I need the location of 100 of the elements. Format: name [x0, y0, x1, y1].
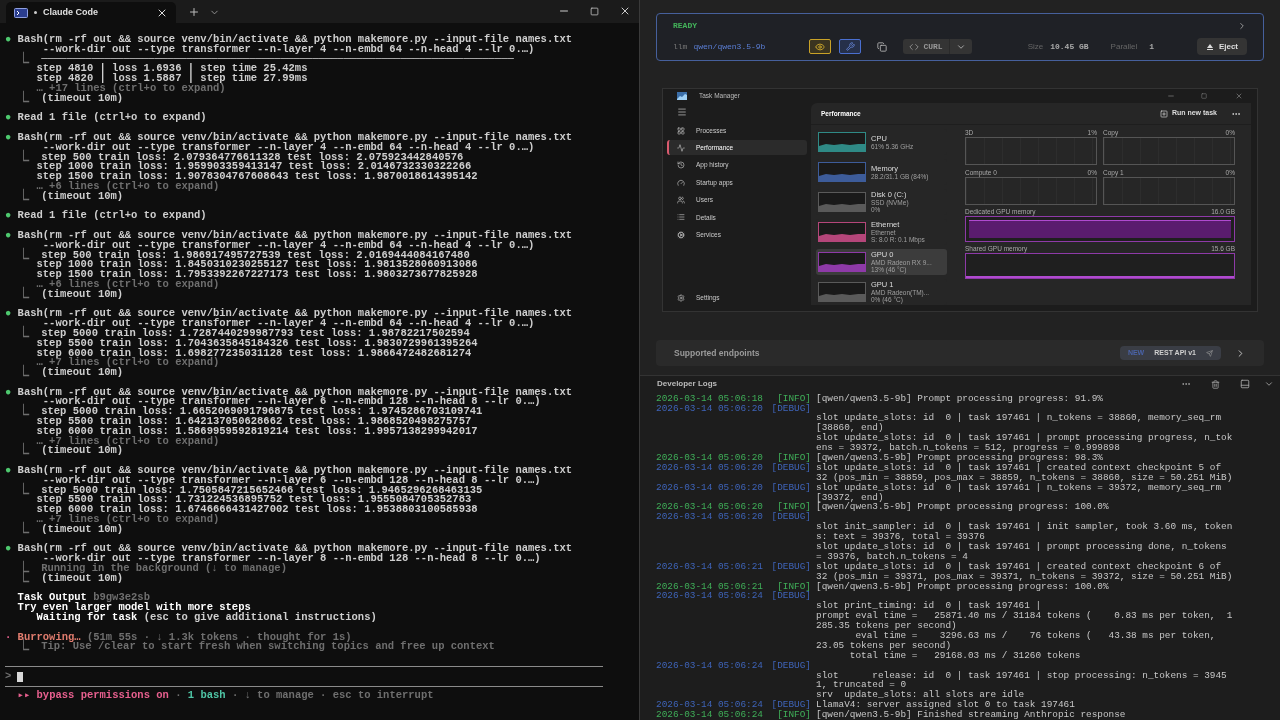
- eye-icon: [815, 41, 826, 52]
- nav-icon: [677, 126, 685, 135]
- terminal-line: step 4820 | loss 1.5887 | step time 27.99ms: [35, 74, 308, 84]
- close-icon[interactable]: [619, 5, 631, 17]
- terminal-line: ● Bash(rm -rf out && source venv/bin/activate && python makemore.py --input-file names.txt: [5, 132, 573, 143]
- code-icon: [909, 41, 920, 52]
- terminal-line: ● Bash(rm -rf out && source venv/bin/activate && python makemore.py --input-file names.txt: [5, 35, 573, 45]
- log-message: 32 (pos_min = 38859, pos_max = 38859, n_tokens = 38860, size = 50.251 MiB): [816, 472, 1233, 483]
- log-message: [38860, end): [816, 423, 884, 434]
- log-message: slot init_sampler: id 0 | task 197461 | init sampler, took 3.60 ms, token: [816, 522, 1233, 533]
- log-level: [INFO]: [777, 502, 811, 513]
- log-level: [DEBUG]: [770, 591, 811, 602]
- terminal-line: … +6 lines (ctrl+o to expand): [35, 181, 220, 192]
- terminal-line: --work-dir out --type transformer --n-layer 4 --n-embd 64 --n-head 4 --lr 0.…): [42, 142, 535, 153]
- log-message: [39372, end): [816, 492, 884, 503]
- log-level: [DEBUG]: [770, 462, 811, 473]
- log-level: [DEBUG]: [770, 700, 811, 711]
- menu-icon[interactable]: [677, 107, 687, 117]
- log-level: [INFO]: [777, 452, 811, 463]
- log-timestamp: 2026-03-14 05:06:20: [656, 452, 764, 463]
- log-timestamp: 2026-03-14 05:06:20: [656, 403, 764, 414]
- terminal-line: ● Bash(rm -rf out && source venv/bin/activate && python makemore.py --input-file names.txt: [5, 230, 573, 241]
- log-message: 1, truncated = 0: [816, 680, 906, 691]
- log-timestamp: 2026-03-14 05:06:24: [656, 710, 764, 720]
- text-cursor: [17, 671, 24, 682]
- nav-icon: [677, 213, 685, 222]
- terminal-icon: [14, 7, 28, 18]
- status-label: READY: [673, 20, 697, 32]
- clear-icon[interactable]: [1211, 379, 1220, 389]
- app-icon: [677, 92, 687, 100]
- settings-icon: [677, 293, 685, 302]
- log-message: prompt eval time = 25871.40 ms / 31184 tokens ( 0.83 ms per token, 1: [816, 611, 1233, 622]
- prompt-symbol: >: [5, 671, 12, 682]
- log-message: slot release: id 0 | task 197461 | stop processing: n_tokens = 3945: [816, 670, 1227, 681]
- terminal-line: Waiting for task (esc to give additional instructions): [36, 613, 377, 623]
- log-message: slot update_slots: id 0 | task 197461 | created context checkpoint 6 of: [816, 561, 1222, 572]
- log-message: 32 (pos_min = 39371, pos_max = 39371, n_tokens = 39372, size = 50.251 MiB): [816, 571, 1233, 582]
- terminal-line: … +7 lines (ctrl+o to expand): [35, 515, 220, 525]
- log-message: [qwen/qwen3.5-9b] Prompt processing progress: 100.0%: [816, 502, 1109, 513]
- send-icon: [1206, 349, 1213, 357]
- nav-icon: [677, 230, 685, 239]
- log-timestamp: 2026-03-14 05:06:20: [656, 502, 764, 513]
- log-message: [qwen/qwen3.5-9b] Prompt processing progress: 98.3%: [816, 452, 1103, 463]
- section-title: Supported endpoints: [674, 346, 760, 360]
- log-message: eval time = 3296.63 ms / 76 tokens ( 43.38 ms per token,: [854, 631, 1216, 641]
- panel-title: Developer Logs: [657, 378, 717, 391]
- panel-icon[interactable]: [1240, 379, 1250, 390]
- log-timestamp: 2026-03-14 05:06:24: [656, 591, 764, 602]
- terminal-line: --work-dir out --type transformer --n-layer 4 --n-embd 64 --n-head 4 --lr 0.…): [42, 44, 535, 55]
- parallel-label: Parallel: [1110, 40, 1138, 53]
- log-message: = 39376, batch.n_tokens = 4: [816, 551, 968, 562]
- model-name[interactable]: qwen/qwen3.5-9b: [693, 40, 766, 53]
- parallel-value: 1: [1149, 40, 1155, 53]
- terminal-line: step 5500 train loss: 1.642137050628662 test loss: 1.9868520498275757: [35, 417, 472, 427]
- log-message: total time = 29168.03 ms / 31260 tokens: [848, 650, 1081, 661]
- eject-button[interactable]: Eject: [1196, 38, 1247, 55]
- log-timestamp: 2026-03-14 05:06:20: [656, 482, 764, 493]
- new-tab-icon[interactable]: [188, 6, 200, 18]
- log-message: [qwen/qwen3.5-9b] Prompt processing progress: 100.0%: [816, 581, 1109, 592]
- size-value: 10.45 GB: [1050, 40, 1089, 53]
- terminal-line: ▸▸ bypass permissions on · 1 bash · ↓ to manage · esc to interrupt: [16, 691, 434, 702]
- log-level: [DEBUG]: [770, 403, 811, 414]
- log-message: slot update_slots: id 0 | task 197461 | n_tokens = 38860, memory_seq_rm: [816, 413, 1222, 424]
- terminal-line: step 5500 train loss: 1.7043635845184326 test loss: 1.9830729961395264: [35, 338, 478, 349]
- log-timestamp: 2026-03-14 05:06:21: [656, 581, 764, 592]
- log-message: slot update_slots: id 0 | task 197461 | n_tokens = 39372, memory_seq_rm: [816, 482, 1222, 493]
- eject-icon: [1205, 42, 1214, 51]
- chevron-icon[interactable]: [1237, 21, 1247, 31]
- log-message: slot print_timing: id 0 | task 197461 |: [816, 601, 1042, 612]
- log-message: 23.05 tokens per second): [816, 640, 952, 651]
- terminal-line: ● Read 1 file (ctrl+o to expand): [5, 211, 207, 222]
- log-message: [qwen/qwen3.5-9b] Finished streaming Anthropic response: [816, 710, 1126, 720]
- log-message: srv update_slots: all slots are idle: [816, 690, 1025, 701]
- log-level: [INFO]: [777, 393, 811, 404]
- terminal-line: Try even larger model with more steps: [16, 603, 251, 613]
- nav-icon: [677, 196, 685, 205]
- terminal-line: --work-dir out --type transformer --n-layer 4 --n-embd 64 --n-head 4 --lr 0.…): [42, 319, 535, 329]
- terminal-tab[interactable]: Claude Code: [6, 2, 176, 23]
- copy-icon[interactable]: [877, 41, 888, 52]
- terminal-line: … +17 lines (ctrl+o to expand): [35, 84, 226, 94]
- log-timestamp: 2026-03-14 05:06:20: [656, 462, 764, 473]
- log-timestamp: 2026-03-14 05:06:24: [656, 700, 764, 711]
- log-message: 285.35 tokens per second): [816, 621, 957, 631]
- log-message: [qwen/qwen3.5-9b] Prompt processing progress: 91.9%: [816, 393, 1103, 404]
- terminal-line: ● Bash(rm -rf out && source venv/bin/activate && python makemore.py --input-file names.txt: [5, 466, 573, 476]
- log-level: [DEBUG]: [770, 482, 811, 493]
- terminal-line: --work-dir out --type transformer --n-layer 4 --n-embd 64 --n-head 4 --lr 0.…): [42, 240, 535, 251]
- model-type: llm: [673, 40, 688, 53]
- terminal-line: --work-dir out --type transformer --n-layer 6 --n-embd 128 --n-head 8 --lr 0.…): [42, 475, 541, 486]
- terminal-line: step 1500 train loss: 1.7953392267227173 test loss: 1.9803273677825928: [35, 270, 478, 280]
- tools-button[interactable]: [839, 39, 862, 54]
- log-message: ens = 39372, batch.n_tokens = 512, progress = 0.999898: [816, 443, 1120, 453]
- wrench-icon: [845, 42, 855, 51]
- nav-icon: [677, 143, 685, 152]
- vision-button[interactable]: [809, 39, 832, 54]
- log-level: [DEBUG]: [770, 512, 811, 523]
- maximize-icon[interactable]: [590, 7, 599, 16]
- log-level: [DEBUG]: [770, 561, 811, 572]
- terminal-line: step 6000 train loss: 1.5869959592819214 test loss: 1.9957138299942017: [35, 426, 478, 437]
- nav-icon: [677, 178, 685, 187]
